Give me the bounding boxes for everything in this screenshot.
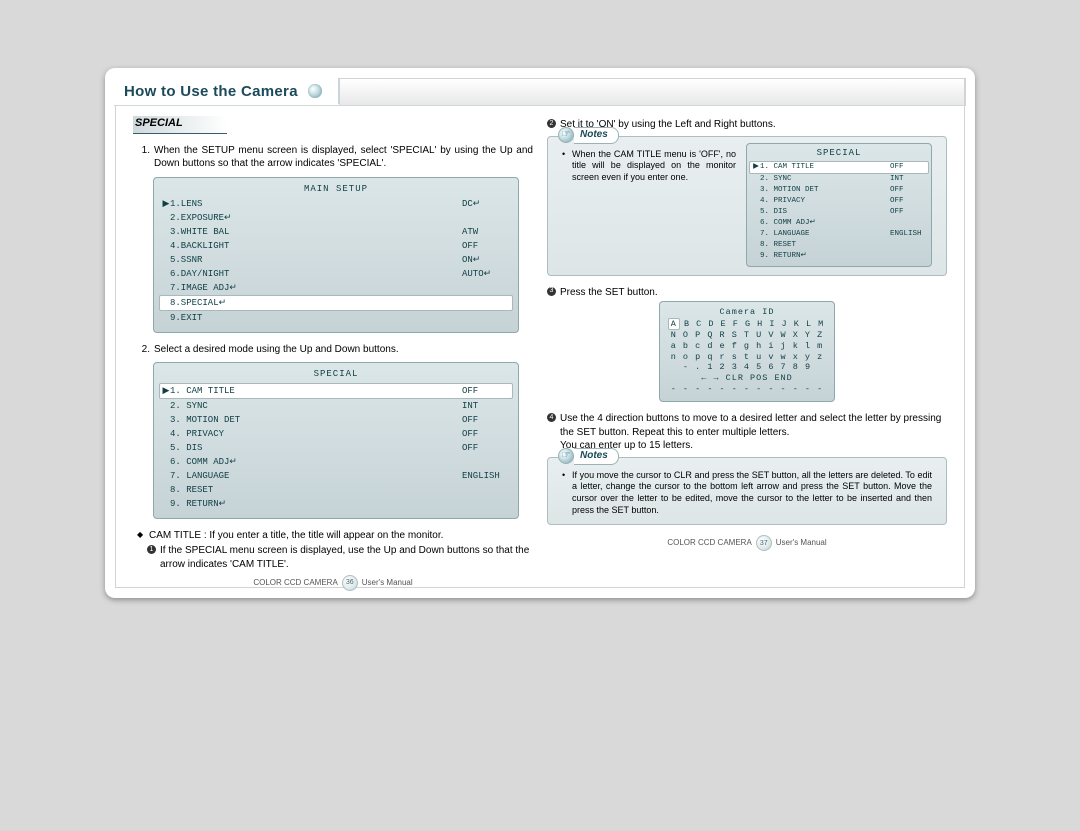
osd-row: 9.EXIT: [162, 311, 510, 325]
osd-row: 4. PRIVACYOFF: [162, 427, 510, 441]
osd-row: 6. COMM ADJ↵: [162, 455, 510, 469]
osd-row: 5. DISOFF: [752, 207, 926, 218]
cam-title-note: CAM TITLE : If you enter a title, the ti…: [137, 529, 533, 543]
osd-row: 6. COMM ADJ↵: [752, 218, 926, 229]
osd-row: 8.SPECIAL↵: [159, 295, 513, 311]
hand-icon: ☞: [558, 448, 574, 464]
step-2: 2. Select a desired mode using the Up an…: [139, 343, 533, 357]
osd-row: ▶1. CAM TITLEOFF: [749, 161, 929, 174]
osd-row: 4. PRIVACYOFF: [752, 196, 926, 207]
right-column: 2 Set it to 'ON' by using the Left and R…: [547, 116, 947, 566]
osd-row: 7. LANGUAGEENGLISH: [162, 469, 510, 483]
manual-spread: How to Use the Camera SPECIAL 1. When th…: [105, 68, 975, 598]
osd-row: 2.EXPOSURE↵: [162, 211, 510, 225]
osd-row: 7.IMAGE ADJ↵: [162, 281, 510, 295]
left-column: SPECIAL 1. When the SETUP menu screen is…: [133, 116, 533, 566]
footer-right: COLOR CCD CAMERA 37 User's Manual: [547, 535, 947, 551]
osd-row: 8. RESET: [162, 483, 510, 497]
osd-camera-id: Camera ID A B C D E F G H I J K L M N O …: [547, 301, 947, 402]
page-number-right: 37: [756, 535, 772, 551]
osd-row: 5. DISOFF: [162, 441, 510, 455]
bullet-2-icon: 2: [547, 119, 556, 128]
bullet-3-icon: 3: [547, 287, 556, 296]
osd-row: 5.SSNRON↵: [162, 253, 510, 267]
page-body: SPECIAL 1. When the SETUP menu screen is…: [133, 116, 947, 566]
substep-4: 4 Use the 4 direction buttons to move to…: [547, 412, 947, 453]
osd-row: 9. RETURN↵: [162, 497, 510, 511]
osd-row: 6.DAY/NIGHTAUTO↵: [162, 267, 510, 281]
osd-row: ▶1. CAM TITLEOFF: [159, 383, 513, 399]
section-heading-special: SPECIAL: [133, 116, 227, 134]
osd-row: 3. MOTION DETOFF: [752, 185, 926, 196]
notes-badge: ☞ Notes: [558, 448, 619, 465]
osd-row: 9. RETURN↵: [752, 251, 926, 262]
page-title: How to Use the Camera: [124, 83, 298, 100]
notes-box-1: ☞ Notes When the CAM TITLE menu is 'OFF'…: [547, 136, 947, 276]
notes-badge: ☞ Notes: [558, 127, 619, 144]
page-title-tab: How to Use the Camera: [114, 78, 340, 105]
substep-1: 1 If the SPECIAL menu screen is displaye…: [147, 544, 533, 571]
page-number-left: 36: [342, 575, 358, 591]
osd-row: 7. LANGUAGEENGLISH: [752, 229, 926, 240]
bullet-1-icon: 1: [147, 545, 156, 554]
step-1: 1. When the SETUP menu screen is display…: [139, 144, 533, 171]
title-ornament-icon: [308, 84, 322, 98]
osd-special-small: SPECIAL ▶1. CAM TITLEOFF2. SYNCINT3. MOT…: [746, 143, 932, 267]
osd-row: ▶1.LENSDC↵: [162, 197, 510, 211]
hand-icon: ☞: [558, 127, 574, 143]
bullet-4-icon: 4: [547, 413, 556, 422]
osd-row: 2. SYNCINT: [752, 174, 926, 185]
osd-row: 4.BACKLIGHTOFF: [162, 239, 510, 253]
osd-row: 2. SYNCINT: [162, 399, 510, 413]
osd-row: 8. RESET: [752, 240, 926, 251]
osd-row: 3. MOTION DETOFF: [162, 413, 510, 427]
substep-3: 3 Press the SET button.: [547, 286, 947, 300]
footer-left: COLOR CCD CAMERA 36 User's Manual: [133, 575, 533, 591]
osd-special-menu: SPECIAL ▶1. CAM TITLEOFF2. SYNCINT3. MOT…: [153, 362, 519, 518]
osd-row: 3.WHITE BALATW: [162, 225, 510, 239]
osd-main-setup: MAIN SETUP ▶1.LENSDC↵2.EXPOSURE↵3.WHITE …: [153, 177, 519, 333]
notes-box-2: ☞ Notes If you move the cursor to CLR an…: [547, 457, 947, 526]
osd-rows: ▶1. CAM TITLEOFF2. SYNCINT3. MOTION DETO…: [162, 383, 510, 511]
osd-rows: ▶1.LENSDC↵2.EXPOSURE↵3.WHITE BALATW4.BAC…: [162, 197, 510, 325]
